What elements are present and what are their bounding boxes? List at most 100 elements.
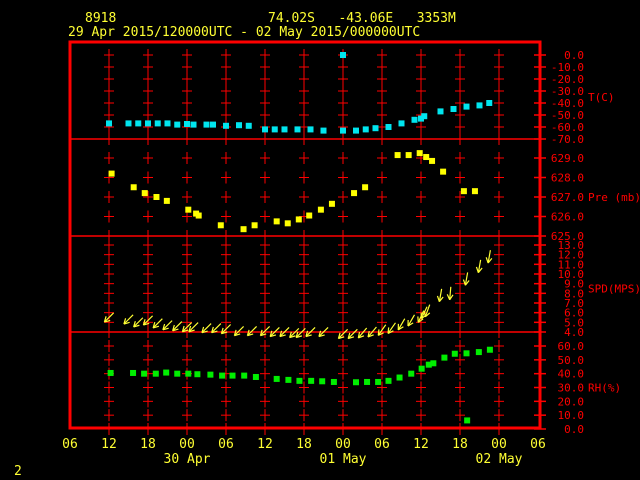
wind-arrow <box>123 314 134 325</box>
data-point-rh <box>152 370 159 377</box>
y-tick-label: 0.0 <box>564 423 584 436</box>
x-tick-label: 00 <box>491 437 507 452</box>
wind-arrow-head <box>462 279 466 286</box>
x-tick-label: 18 <box>140 437 156 452</box>
data-point-rh <box>207 371 214 378</box>
wind-arrow-head <box>485 257 489 264</box>
data-point-pre <box>295 216 302 223</box>
data-point-rh <box>130 369 137 376</box>
y-tick-label: 60.0 <box>558 340 585 353</box>
data-point-pre <box>423 154 430 161</box>
data-point-rh <box>194 371 201 378</box>
y-tick-label: 626.0 <box>551 211 584 224</box>
data-point-rh <box>285 376 292 383</box>
data-point-pre <box>163 197 170 204</box>
data-point-t <box>294 126 301 133</box>
data-point-pre <box>328 200 335 207</box>
panel-label-rh: RH(%) <box>588 382 621 395</box>
data-point-t <box>486 100 493 106</box>
data-point-t <box>362 126 369 133</box>
data-point-rh <box>375 378 382 385</box>
wind-arrow <box>133 317 144 328</box>
data-point-rh <box>141 370 148 377</box>
data-point-rh <box>430 360 437 367</box>
data-point-rh <box>252 373 259 380</box>
data-point-t <box>421 113 428 120</box>
wind-arrow-head <box>387 327 390 334</box>
data-point-rh <box>319 378 326 385</box>
data-point-pre <box>251 222 258 229</box>
data-point-pre <box>351 190 358 197</box>
y-tick-label: 628.0 <box>551 172 584 185</box>
data-point-t <box>262 126 268 133</box>
page-number: 2 <box>14 464 22 479</box>
data-point-t <box>450 106 457 112</box>
data-point-pre <box>273 218 280 225</box>
data-point-pre <box>130 184 137 191</box>
y-tick-label: 629.0 <box>551 152 584 165</box>
data-point-t <box>245 122 252 129</box>
data-point-t <box>385 124 392 130</box>
data-point-t <box>411 116 418 123</box>
wind-arrow <box>152 318 163 329</box>
y-tick-label: 50.0 <box>558 354 585 367</box>
wind-arrow <box>446 286 454 301</box>
data-point-t <box>281 126 288 133</box>
data-point-rh <box>396 374 403 381</box>
data-point-rh <box>273 375 280 382</box>
data-point-t <box>190 121 197 128</box>
data-point-pre <box>217 222 224 229</box>
wind-arrow <box>172 321 183 332</box>
x-tick-label: 06 <box>530 437 546 452</box>
data-point-pre <box>141 190 148 197</box>
y-tick-label: 4.0 <box>564 326 584 339</box>
data-point-pre <box>362 184 369 191</box>
data-point-pre <box>429 157 436 164</box>
x-tick-label: 12 <box>257 437 273 452</box>
wind-arrow <box>475 259 483 274</box>
data-point-t <box>353 127 359 134</box>
data-point-pre <box>440 168 447 175</box>
panel-label-t: T(C) <box>588 91 615 104</box>
x-tick-label: 12 <box>413 437 429 452</box>
wind-arrow-head <box>475 266 479 273</box>
data-point-pre <box>394 152 401 159</box>
data-point-pre <box>108 170 115 177</box>
x-tick-label: 06 <box>374 437 390 452</box>
data-point-t <box>271 126 278 133</box>
data-point-t <box>125 120 132 127</box>
station-id: 8918 <box>85 11 116 26</box>
data-point-t <box>135 120 142 127</box>
x-tick-label: 06 <box>218 437 234 452</box>
panel-label-pre: Pre (mb) <box>588 191 640 204</box>
data-point-rh <box>464 417 471 424</box>
wind-arrow <box>246 326 258 337</box>
data-point-rh <box>185 370 192 377</box>
meteogram-chart: 8918 74.02S -43.06E 3353M 29 Apr 2015/12… <box>14 11 640 479</box>
data-point-t <box>210 121 216 128</box>
date-label: 02 May <box>476 452 523 467</box>
x-tick-label: 00 <box>179 437 195 452</box>
data-point-rh <box>330 378 337 385</box>
y-tick-label: 20.0 <box>558 395 585 408</box>
date-label: 30 Apr <box>164 452 211 467</box>
data-point-t <box>203 121 210 128</box>
data-point-t <box>320 127 327 134</box>
data-point-t <box>340 127 346 134</box>
time-period: 29 Apr 2015/120000UTC - 02 May 2015/0000… <box>68 25 420 40</box>
data-point-t <box>372 125 379 132</box>
data-point-t <box>340 52 346 58</box>
data-point-pre <box>460 188 467 195</box>
data-point-pre <box>317 206 324 213</box>
data-point-pre <box>416 150 423 157</box>
data-point-t <box>398 120 405 127</box>
wind-arrow <box>357 327 368 339</box>
y-tick-label: 627.0 <box>551 191 584 204</box>
wind-arrow <box>347 328 358 340</box>
data-point-pre <box>405 152 412 159</box>
data-point-t <box>174 121 181 128</box>
y-tick-label: -70.0 <box>551 133 584 146</box>
station-location: 74.02S -43.06E 3353M <box>268 11 456 26</box>
y-tick-label: 10.0 <box>558 409 585 422</box>
wind-arrow <box>407 314 416 327</box>
